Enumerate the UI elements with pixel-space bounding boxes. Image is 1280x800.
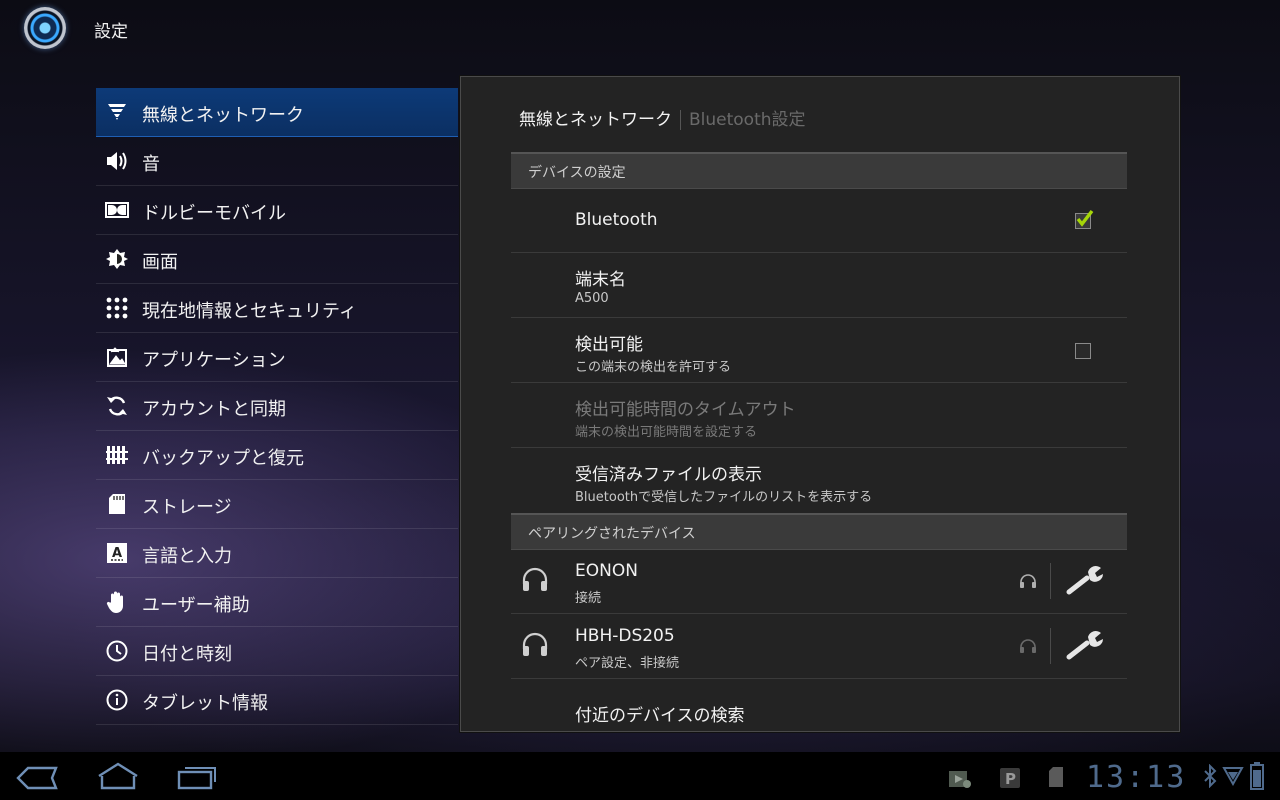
device-status: 接続 (575, 591, 602, 606)
section-header-device-settings: デバイスの設定 (511, 152, 1127, 189)
sidebar-item-label: アカウントと同期 (142, 399, 286, 420)
signal-icon[interactable] (1222, 766, 1244, 786)
paired-device-row[interactable]: EONON 接続 (511, 549, 1127, 614)
sidebar-item-applications[interactable]: アプリケーション (96, 333, 458, 382)
clock-icon (105, 639, 129, 663)
home-icon[interactable] (96, 762, 140, 790)
search-devices-row[interactable]: 付近のデバイスの検索 (511, 679, 1127, 731)
breadcrumb: 無線とネットワーク Bluetooth設定 (519, 105, 806, 130)
sidebar-item-location-security[interactable]: 現在地情報とセキュリティ (96, 284, 458, 333)
clock[interactable]: 13:13 (1086, 760, 1186, 795)
row-subtitle: この端末の検出を許可する (575, 360, 732, 375)
sidebar-item-display[interactable]: 画面 (96, 235, 458, 284)
device-name: HBH-DS205 (575, 626, 675, 646)
paired-device-row[interactable]: HBH-DS205 ペア設定、非接続 (511, 614, 1127, 679)
received-files-row[interactable]: 受信済みファイルの表示 Bluetoothで受信したファイルのリストを表示する (511, 448, 1127, 512)
play-store-icon[interactable] (948, 768, 972, 790)
device-name-row[interactable]: 端末名 A500 (511, 253, 1127, 318)
sd-card-icon[interactable] (1048, 766, 1064, 788)
speaker-icon (105, 149, 129, 173)
sidebar-item-label: アプリケーション (142, 350, 286, 371)
sidebar-item-label: ストレージ (142, 497, 232, 518)
recent-apps-icon[interactable] (177, 764, 219, 790)
wifi-icon (105, 100, 129, 124)
battery-icon[interactable] (1250, 762, 1264, 790)
discoverable-checkbox[interactable] (1075, 343, 1091, 359)
location-grid-icon (105, 296, 129, 320)
applications-icon (105, 345, 129, 369)
sidebar-item-label: 現在地情報とセキュリティ (142, 301, 357, 322)
breadcrumb-current: Bluetooth設定 (689, 110, 806, 130)
wrench-icon[interactable] (1064, 563, 1106, 597)
svg-text:A: A (112, 546, 122, 561)
brightness-icon (105, 247, 129, 271)
settings-app-icon[interactable] (24, 7, 66, 49)
sidebar-item-label: 日付と時刻 (142, 644, 232, 665)
hand-icon (105, 590, 129, 614)
bluetooth-settings-panel: 無線とネットワーク Bluetooth設定 デバイスの設定 Bluetooth 端… (460, 76, 1180, 732)
backup-icon (105, 443, 129, 467)
row-title: 受信済みファイルの表示 (575, 465, 762, 485)
headset-profile-icon (1020, 639, 1036, 653)
action-bar: 設定 (0, 0, 1280, 58)
sidebar-item-sound[interactable]: 音 (96, 137, 458, 186)
row-title: 検出可能時間のタイムアウト (575, 400, 796, 420)
sync-icon (105, 394, 129, 418)
wrench-icon[interactable] (1064, 628, 1106, 662)
parking-icon[interactable]: P (1000, 768, 1020, 788)
sidebar-item-label: 言語と入力 (142, 546, 232, 567)
language-icon: A (105, 541, 129, 565)
section-header-label: デバイスの設定 (528, 165, 626, 181)
settings-category-list: 無線とネットワーク 音 ドルビーモバイル 画面 現在地情報とセキュリティ アプリ… (96, 88, 458, 725)
sidebar-item-dolby[interactable]: ドルビーモバイル (96, 186, 458, 235)
sidebar-item-label: タブレット情報 (142, 693, 268, 714)
row-subtitle: A500 (575, 291, 609, 306)
headset-profile-icon (1020, 574, 1036, 588)
system-bar: P 13:13 (0, 752, 1280, 800)
bluetooth-toggle-row[interactable]: Bluetooth (511, 188, 1127, 253)
bluetooth-checkbox[interactable] (1075, 209, 1094, 229)
discoverable-timeout-row: 検出可能時間のタイムアウト 端末の検出可能時間を設定する (511, 383, 1127, 448)
dolby-icon (105, 198, 129, 222)
app-title: 設定 (94, 22, 128, 42)
breadcrumb-parent[interactable]: 無線とネットワーク (519, 110, 672, 130)
sd-card-icon (105, 492, 129, 516)
device-name: EONON (575, 561, 638, 581)
sidebar-item-language-input[interactable]: A 言語と入力 (96, 529, 458, 578)
sidebar-item-label: 画面 (142, 252, 178, 273)
sidebar-item-label: ユーザー補助 (142, 595, 250, 616)
section-header-paired-devices: ペアリングされたデバイス (511, 513, 1127, 550)
headphones-icon (522, 632, 548, 656)
row-title: 検出可能 (575, 335, 643, 355)
sidebar-item-date-time[interactable]: 日付と時刻 (96, 627, 458, 676)
row-subtitle: Bluetoothで受信したファイルのリストを表示する (575, 490, 873, 505)
search-devices-label: 付近のデバイスの検索 (575, 706, 745, 726)
section-header-label: ペアリングされたデバイス (528, 526, 696, 542)
row-title: Bluetooth (575, 210, 658, 230)
sidebar-item-label: バックアップと復元 (142, 448, 304, 469)
sidebar-item-accessibility[interactable]: ユーザー補助 (96, 578, 458, 627)
row-title: 端末名 (575, 270, 626, 290)
headphones-icon (522, 567, 548, 591)
discoverable-row[interactable]: 検出可能 この端末の検出を許可する (511, 318, 1127, 383)
back-icon[interactable] (16, 766, 58, 790)
sidebar-item-backup-restore[interactable]: バックアップと復元 (96, 431, 458, 480)
bluetooth-icon[interactable] (1203, 764, 1217, 788)
sidebar-item-accounts-sync[interactable]: アカウントと同期 (96, 382, 458, 431)
svg-text:P: P (1005, 770, 1016, 788)
sidebar-item-label: 無線とネットワーク (142, 105, 304, 126)
sidebar-item-about-tablet[interactable]: タブレット情報 (96, 676, 458, 725)
sidebar-item-label: 音 (142, 154, 160, 175)
sidebar-item-storage[interactable]: ストレージ (96, 480, 458, 529)
sidebar-item-wireless-network[interactable]: 無線とネットワーク (96, 88, 458, 137)
row-subtitle: 端末の検出可能時間を設定する (575, 425, 758, 440)
checkmark-icon (1076, 209, 1094, 227)
device-status: ペア設定、非接続 (575, 656, 680, 671)
sidebar-item-label: ドルビーモバイル (142, 203, 286, 224)
info-icon (105, 688, 129, 712)
